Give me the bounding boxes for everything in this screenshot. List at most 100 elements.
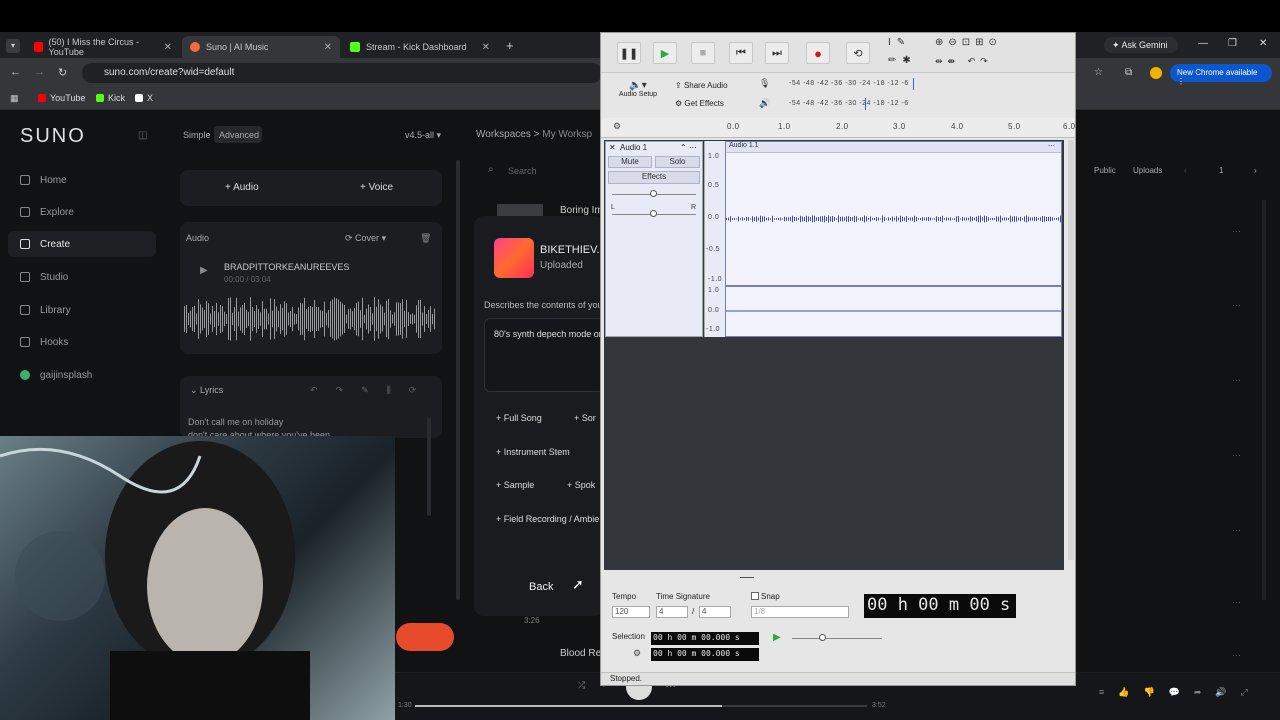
- more-icon[interactable]: ⋯: [1232, 525, 1241, 536]
- option-instrument-stem[interactable]: + Instrument Stem: [496, 447, 570, 457]
- timeline-options-icon[interactable]: ⚙: [613, 121, 621, 132]
- trash-icon[interactable]: 🗑: [420, 233, 431, 244]
- clip-menu-icon[interactable]: ⋯: [1048, 142, 1061, 150]
- tab-suno[interactable]: Suno | AI Music ✕: [182, 36, 340, 58]
- play-button[interactable]: ▶: [653, 42, 677, 64]
- play-icon[interactable]: ▶: [200, 265, 208, 276]
- close-icon[interactable]: ✕: [324, 42, 332, 53]
- song-title[interactable]: Boring Im: [560, 205, 603, 216]
- reload-icon[interactable]: ↻: [58, 66, 67, 79]
- url-bar[interactable]: suno.com/create?wid=default: [82, 63, 602, 83]
- option-field-recording[interactable]: + Field Recording / Ambie: [496, 514, 599, 524]
- option-spoken[interactable]: + Spok: [567, 480, 595, 490]
- close-icon[interactable]: ✕: [164, 42, 172, 53]
- more-icon[interactable]: ⋯: [1232, 375, 1241, 386]
- next-page-icon[interactable]: ›: [1254, 166, 1257, 175]
- more-icon[interactable]: ⋯: [1232, 300, 1241, 311]
- record-meter-scale[interactable]: -54 -48 -42 -36 -30 -24 -18 -12 -6: [789, 80, 909, 87]
- snap-select[interactable]: 1/8: [751, 606, 849, 618]
- create-button[interactable]: [396, 623, 454, 651]
- clip-header[interactable]: Audio 1.1 ⋯: [726, 142, 1061, 153]
- lyrics-tools[interactable]: ↶↷✎⫼⟳: [310, 385, 434, 396]
- share-audio-button[interactable]: ⇪ Share Audio: [675, 81, 728, 90]
- waveform-clip-lower[interactable]: [725, 286, 1062, 337]
- skip-end-button[interactable]: ⏭: [765, 42, 789, 64]
- sidebar-item-studio[interactable]: Studio: [20, 267, 68, 287]
- back-button[interactable]: Back: [529, 581, 553, 593]
- model-select[interactable]: v4.5-all ▾: [405, 130, 441, 141]
- timesig-numerator[interactable]: 4: [656, 606, 688, 618]
- vertical-scrollbar[interactable]: [1068, 140, 1074, 560]
- song-title[interactable]: Blood Re: [560, 648, 601, 659]
- mode-simple-tab[interactable]: Simple: [183, 130, 211, 140]
- selection-start[interactable]: 00 h 00 m 00.000 s: [651, 632, 759, 645]
- suno-logo[interactable]: SUNO: [20, 125, 86, 148]
- get-effects-button[interactable]: ⚙ Get Effects: [675, 99, 724, 108]
- shuffle-icon[interactable]: ⤮: [578, 680, 585, 691]
- lyrics-scrollbar[interactable]: [427, 418, 431, 516]
- player-actions[interactable]: ≡👍👎💬➦🔊⤢: [1099, 687, 1262, 698]
- tools-toolbar-row2[interactable]: ✏✱: [888, 55, 917, 66]
- create-scrollbar[interactable]: [456, 160, 460, 600]
- forward-arrow-icon[interactable]: →: [34, 66, 45, 78]
- track-waveform[interactable]: [184, 296, 436, 342]
- window-close-icon[interactable]: ✕: [1259, 38, 1267, 49]
- mute-button[interactable]: Mute: [608, 156, 652, 168]
- add-voice-button[interactable]: + Voice: [360, 182, 393, 193]
- selection-end[interactable]: 00 h 00 m 00.000 s: [651, 648, 759, 661]
- option-song[interactable]: + Sor: [574, 413, 596, 423]
- mic-icon[interactable]: 🎙: [759, 78, 770, 89]
- loop-button[interactable]: ⟲: [846, 42, 870, 64]
- minimize-icon[interactable]: —: [1198, 38, 1208, 49]
- playback-meter-scale[interactable]: -54 -48 -42 -36 -30 -24 -18 -12 -6: [789, 100, 909, 107]
- tab-kick[interactable]: Stream - Kick Dashboard ✕: [342, 36, 498, 58]
- new-chrome-available-button[interactable]: New Chrome available ⋮: [1170, 64, 1272, 86]
- extensions-icon[interactable]: ⧉: [1125, 67, 1132, 78]
- filter-public[interactable]: Public: [1094, 166, 1116, 175]
- sidebar-item-home[interactable]: Home: [20, 170, 67, 190]
- bookmark-kick[interactable]: Kick: [96, 93, 125, 103]
- solo-button[interactable]: Solo: [655, 156, 700, 168]
- profile-avatar[interactable]: [1150, 67, 1162, 79]
- more-icon[interactable]: ⋯: [1232, 650, 1241, 661]
- play-speed-thumb[interactable]: [819, 634, 826, 641]
- filter-uploads[interactable]: Uploads: [1133, 166, 1162, 175]
- timesig-denominator[interactable]: 4: [699, 606, 731, 618]
- player-progress-track[interactable]: [415, 705, 867, 707]
- sidebar-item-hooks[interactable]: Hooks: [20, 332, 68, 352]
- play-at-speed-icon[interactable]: ▶: [773, 632, 781, 643]
- list-scrollbar[interactable]: [1262, 200, 1266, 600]
- resize-grip[interactable]: [740, 577, 754, 578]
- stop-button[interactable]: ■: [691, 42, 715, 64]
- sidebar-item-library[interactable]: Library: [20, 300, 71, 320]
- mode-advanced-tab[interactable]: Advanced: [219, 130, 259, 140]
- cover-select[interactable]: ⟳ Cover ▾: [345, 233, 386, 244]
- pause-button[interactable]: ❚❚: [617, 42, 641, 64]
- sidebar-toggle-icon[interactable]: ◫: [138, 130, 147, 141]
- sidebar-item-profile[interactable]: gaijinsplash: [20, 365, 92, 385]
- selection-settings-icon[interactable]: ⚙: [633, 648, 641, 659]
- bookmark-x[interactable]: X: [135, 93, 153, 103]
- lyrics-section[interactable]: ⌄ Lyrics: [190, 385, 223, 396]
- more-icon[interactable]: ⋯: [1232, 597, 1241, 608]
- snap-checkbox[interactable]: [751, 592, 759, 600]
- pan-slider-thumb[interactable]: [650, 210, 657, 217]
- bookmark-star-icon[interactable]: ☆: [1094, 67, 1103, 78]
- sidebar-item-explore[interactable]: Explore: [20, 202, 74, 222]
- option-full-song[interactable]: + Full Song: [496, 413, 542, 423]
- record-button[interactable]: ●: [806, 42, 830, 64]
- tab-search-icon[interactable]: ▾: [6, 39, 20, 53]
- tab-youtube[interactable]: (50) I Miss the Circus - YouTube ✕: [26, 36, 180, 58]
- more-icon[interactable]: ⋯: [1232, 226, 1241, 237]
- gain-slider-thumb[interactable]: [650, 190, 657, 197]
- track-name[interactable]: Audio 1: [620, 143, 647, 152]
- play-speed-slider[interactable]: [792, 638, 882, 639]
- option-sample[interactable]: + Sample: [496, 480, 534, 490]
- more-icon[interactable]: ⋯: [1232, 450, 1241, 461]
- bookmark-youtube[interactable]: YouTube: [38, 93, 85, 103]
- edit-toolbar[interactable]: ⇹⇼ ↶↷: [935, 56, 993, 67]
- tempo-input[interactable]: 120: [612, 606, 650, 618]
- back-arrow-icon[interactable]: ←: [10, 66, 21, 78]
- sidebar-item-create[interactable]: Create: [20, 234, 70, 254]
- close-icon[interactable]: ✕: [482, 42, 490, 53]
